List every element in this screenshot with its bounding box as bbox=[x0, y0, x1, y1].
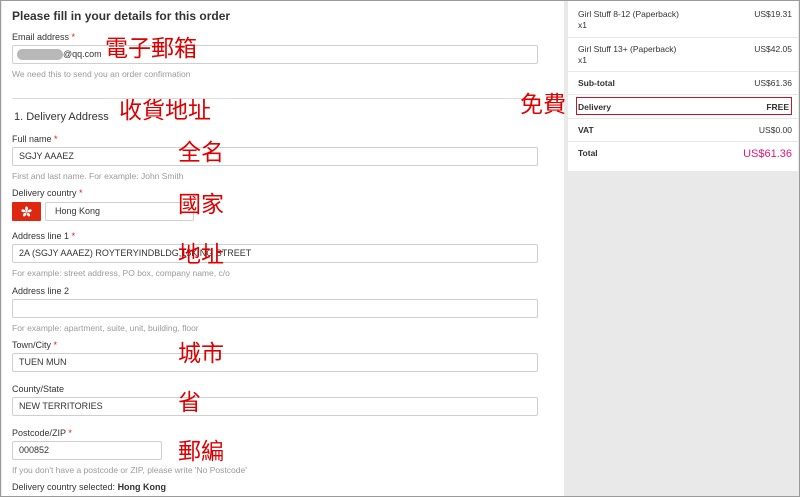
annotation-country: 國家 bbox=[178, 192, 224, 218]
section-title-delivery: 1. Delivery Address bbox=[14, 111, 109, 123]
email-help: We need this to send you an order confir… bbox=[12, 69, 191, 79]
address-line-1-label-text: Address line 1 bbox=[12, 231, 70, 241]
summary-item: Girl Stuff 8-12 (Paperback) US$19.31 bbox=[578, 9, 792, 19]
total-value: US$61.36 bbox=[743, 148, 792, 160]
vat-row: VAT US$0.00 bbox=[578, 125, 792, 135]
annotation-postcode: 郵編 bbox=[178, 439, 224, 465]
postcode-field[interactable]: 000852 bbox=[12, 441, 162, 460]
selected-country-prefix: Delivery country selected: bbox=[12, 482, 116, 492]
town-city-field[interactable]: TUEN MUN bbox=[12, 353, 538, 372]
details-form: Please fill in your details for this ord… bbox=[2, 1, 564, 496]
selected-country-value: Hong Kong bbox=[117, 482, 167, 492]
order-summary: Girl Stuff 8-12 (Paperback) US$19.31 x1 … bbox=[568, 1, 798, 171]
annotation-address: 收貨地址 bbox=[119, 98, 211, 124]
subtotal-value: US$61.36 bbox=[754, 78, 792, 88]
county-state-field[interactable]: NEW TERRITORIES bbox=[12, 397, 538, 416]
delivery-row: Delivery FREE bbox=[578, 102, 792, 112]
address-line-1-help: For example: street address, PO box, com… bbox=[12, 268, 230, 278]
vat-label: VAT bbox=[578, 125, 594, 135]
delivery-country-select[interactable]: Hong Kong bbox=[45, 202, 194, 221]
email-redaction bbox=[17, 49, 63, 61]
item-price: US$42.05 bbox=[754, 44, 792, 54]
item-price: US$19.31 bbox=[754, 9, 792, 19]
full-name-label: Full name * bbox=[12, 134, 58, 144]
item-qty: x1 bbox=[578, 55, 587, 65]
required-mark: * bbox=[53, 340, 58, 350]
divider bbox=[568, 37, 798, 38]
subtotal-row: Sub-total US$61.36 bbox=[578, 78, 792, 88]
summary-item: Girl Stuff 13+ (Paperback) US$42.05 bbox=[578, 44, 792, 54]
town-city-label: Town/City * bbox=[12, 340, 57, 350]
full-name-field[interactable]: SGJY AAAEZ bbox=[12, 147, 538, 166]
selected-country-line: Delivery country selected: Hong Kong bbox=[12, 482, 166, 492]
full-name-help: First and last name. For example: John S… bbox=[12, 171, 184, 181]
annotation-email: 電子郵箱 bbox=[105, 36, 197, 62]
required-mark: * bbox=[79, 188, 83, 198]
total-row: Total US$61.36 bbox=[578, 148, 792, 160]
email-value: @qq.com bbox=[63, 49, 102, 59]
postcode-label-text: Postcode/ZIP bbox=[12, 428, 66, 438]
delivery-label: Delivery bbox=[578, 102, 612, 112]
address-line-2-help: For example: apartment, suite, unit, bui… bbox=[12, 323, 199, 333]
divider bbox=[568, 141, 798, 142]
hong-kong-flag-icon bbox=[12, 202, 41, 221]
item-name: Girl Stuff 13+ (Paperback) bbox=[578, 44, 677, 54]
divider bbox=[568, 118, 798, 119]
item-name: Girl Stuff 8-12 (Paperback) bbox=[578, 9, 679, 19]
divider bbox=[12, 98, 538, 99]
required-mark: * bbox=[71, 231, 76, 241]
divider bbox=[568, 94, 798, 95]
required-mark: * bbox=[54, 134, 58, 144]
annotation-province: 省 bbox=[178, 390, 201, 416]
form-title: Please fill in your details for this ord… bbox=[12, 9, 231, 23]
vat-value: US$0.00 bbox=[758, 125, 792, 135]
postcode-help: If you don't have a postcode or ZIP, ple… bbox=[12, 465, 247, 475]
annotation-city: 城市 bbox=[178, 341, 224, 367]
county-state-label: County/State bbox=[12, 384, 65, 394]
delivery-value: FREE bbox=[766, 102, 789, 112]
address-line-1-label: Address line 1 * bbox=[12, 231, 75, 241]
postcode-label: Postcode/ZIP * bbox=[12, 428, 72, 438]
item-qty: x1 bbox=[578, 20, 587, 30]
email-label: Email address * bbox=[12, 32, 75, 42]
annotation-free: 免費 bbox=[520, 92, 566, 118]
town-city-label-text: Town/City bbox=[12, 340, 52, 350]
email-label-text: Email address bbox=[12, 32, 70, 42]
subtotal-label: Sub-total bbox=[578, 78, 615, 88]
total-label: Total bbox=[578, 148, 598, 158]
delivery-country-label-text: Delivery country bbox=[12, 188, 77, 198]
required-mark: * bbox=[71, 32, 76, 42]
annotation-address-line: 地址 bbox=[178, 242, 224, 268]
address-line-2-field[interactable] bbox=[12, 299, 538, 318]
required-mark: * bbox=[68, 428, 72, 438]
full-name-label-text: Full name bbox=[12, 134, 52, 144]
divider bbox=[568, 71, 798, 72]
delivery-country-label: Delivery country * bbox=[12, 188, 83, 198]
address-line-1-field[interactable]: 2A (SGJY AAAEZ) ROYTERYINDBLDG,15KING ST… bbox=[12, 244, 538, 263]
annotation-full-name: 全名 bbox=[178, 140, 224, 166]
address-line-2-label: Address line 2 bbox=[12, 286, 70, 296]
checkout-frame: Please fill in your details for this ord… bbox=[0, 0, 800, 497]
email-field[interactable]: @qq.com bbox=[12, 45, 538, 64]
